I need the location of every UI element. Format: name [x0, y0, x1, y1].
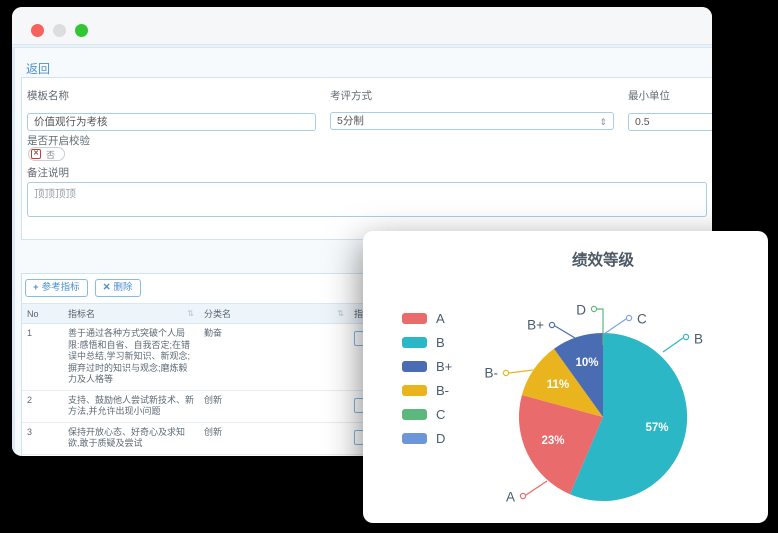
callout-line-C	[604, 319, 626, 334]
callout-dot-B-	[503, 370, 508, 375]
callout-dot-B+	[549, 322, 554, 327]
pie-pct-label-A: 23%	[541, 435, 564, 447]
row-indicator-name: 保持开放心态、好奇心及求知欲,敢于质疑及尝试	[68, 423, 204, 454]
template-name-input[interactable]	[27, 113, 316, 131]
toggle-value: 否	[46, 148, 55, 161]
close-button[interactable]	[31, 24, 44, 37]
pie-pct-label-B-: 11%	[547, 379, 569, 391]
method-select-value: 5分制	[337, 115, 364, 127]
window-titlebar	[12, 7, 712, 45]
pie-pct-label-B+: 10%	[575, 357, 598, 369]
template-name-label: 模板名称	[27, 88, 316, 103]
callout-label-C: C	[637, 312, 647, 327]
callout-label-A: A	[506, 490, 515, 505]
row-indicator-name: 支持、鼓励他人尝试新技术、新方法,并允许出现小问题	[68, 391, 204, 422]
callout-line-A	[526, 481, 547, 495]
row-no: 4	[27, 455, 68, 457]
method-label: 考评方式	[330, 88, 614, 103]
callout-label-B-: B-	[485, 366, 499, 381]
callout-label-B: B	[694, 332, 703, 347]
remark-label: 备注说明	[27, 165, 69, 180]
validation-label: 是否开启校验	[27, 133, 90, 148]
remark-textarea[interactable]: 顶顶顶顶	[27, 182, 707, 217]
callout-line-D	[597, 309, 603, 333]
row-indicator-name: 善于通过各种方式突破个人局限:感悟和自省、自我否定;在错误中总结,学习新知识、新…	[68, 324, 204, 390]
delete-x-icon: ✕	[103, 282, 111, 293]
row-category: 创新	[204, 455, 354, 457]
callout-dot-D	[591, 306, 596, 311]
screenshot-stage: 返回 模板名称 考评方式 5分制 ⇕ 最小单位	[0, 0, 778, 533]
form-panel: 模板名称 考评方式 5分制 ⇕ 最小单位 是否开启校验 ✕	[21, 77, 712, 240]
callout-line-B	[663, 338, 683, 352]
header-category-label: 分类名	[204, 304, 231, 323]
minimize-button[interactable]	[53, 24, 66, 37]
row-no: 1	[27, 324, 68, 390]
add-indicator-label: 参考指标	[42, 282, 80, 293]
sort-icon: ⇅	[337, 304, 344, 323]
header-name-label: 指标名	[68, 304, 95, 323]
toggle-off-icon: ✕	[31, 149, 41, 159]
method-select[interactable]: 5分制 ⇕	[330, 112, 614, 130]
min-unit-label: 最小单位	[628, 88, 712, 103]
row-no: 3	[27, 423, 68, 454]
pie-chart: B C D B+ B- A 57% 23% 11% 10%	[363, 231, 768, 523]
table-toolbar: +参考指标 ✕删除	[25, 279, 148, 297]
row-indicator-name: 善于将经过实践检验的创新思路和方法文字化、制度化,纳入日常工作流程	[68, 455, 204, 457]
callout-label-D: D	[576, 303, 586, 318]
header-no: No	[27, 304, 68, 323]
zoom-button[interactable]	[75, 24, 88, 37]
row-category: 勤奋	[204, 324, 354, 390]
row-no: 2	[27, 391, 68, 422]
callout-line-B+	[555, 326, 575, 338]
row-category: 创新	[204, 391, 354, 422]
callout-dot-C	[626, 315, 631, 320]
validation-toggle[interactable]: ✕ 否	[28, 147, 65, 161]
header-category[interactable]: 分类名 ⇅	[204, 304, 354, 323]
callout-dot-A	[520, 493, 525, 498]
sort-icon: ⇅	[187, 304, 194, 323]
callout-dot-B	[683, 334, 688, 339]
min-unit-input[interactable]	[628, 113, 712, 131]
header-name[interactable]: 指标名 ⇅	[68, 304, 204, 323]
back-link[interactable]: 返回	[26, 60, 50, 77]
delete-button[interactable]: ✕删除	[95, 279, 141, 297]
select-caret-icon: ⇕	[599, 114, 607, 130]
delete-label: 删除	[114, 282, 133, 293]
plus-icon: +	[33, 282, 39, 293]
callout-line-B-	[509, 370, 533, 373]
pie-pct-label-B: 57%	[645, 422, 668, 434]
row-category: 创新	[204, 423, 354, 454]
performance-chart-card: 绩效等级 ABB+B-CD BCDB+B-A57%23%11%10%	[363, 231, 768, 523]
callout-label-B+: B+	[527, 318, 544, 333]
add-indicator-button[interactable]: +参考指标	[25, 279, 88, 297]
